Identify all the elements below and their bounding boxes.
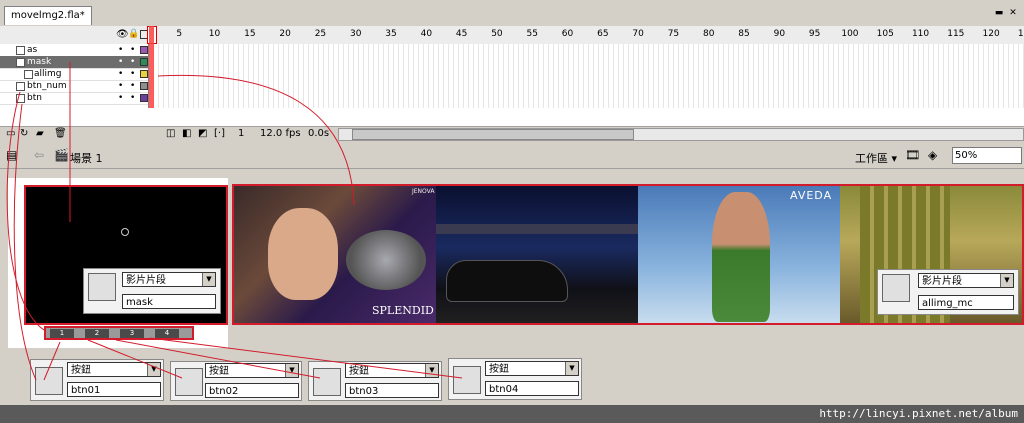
- allimg-arrow: [157, 74, 355, 206]
- footer-bar: http://lincyi.pixnet.net/album: [0, 405, 1024, 423]
- btn2-arrow: [87, 339, 183, 379]
- watermark: http://lincyi.pixnet.net/album: [819, 407, 1018, 420]
- btn3-arrow: [115, 339, 321, 379]
- btn-arrow: [13, 103, 37, 381]
- annotation-overlay: [6, 62, 463, 381]
- btn-num-arrow: [6, 91, 45, 331]
- btn1-arrow: [43, 341, 61, 381]
- btn4-arrow: [149, 337, 463, 379]
